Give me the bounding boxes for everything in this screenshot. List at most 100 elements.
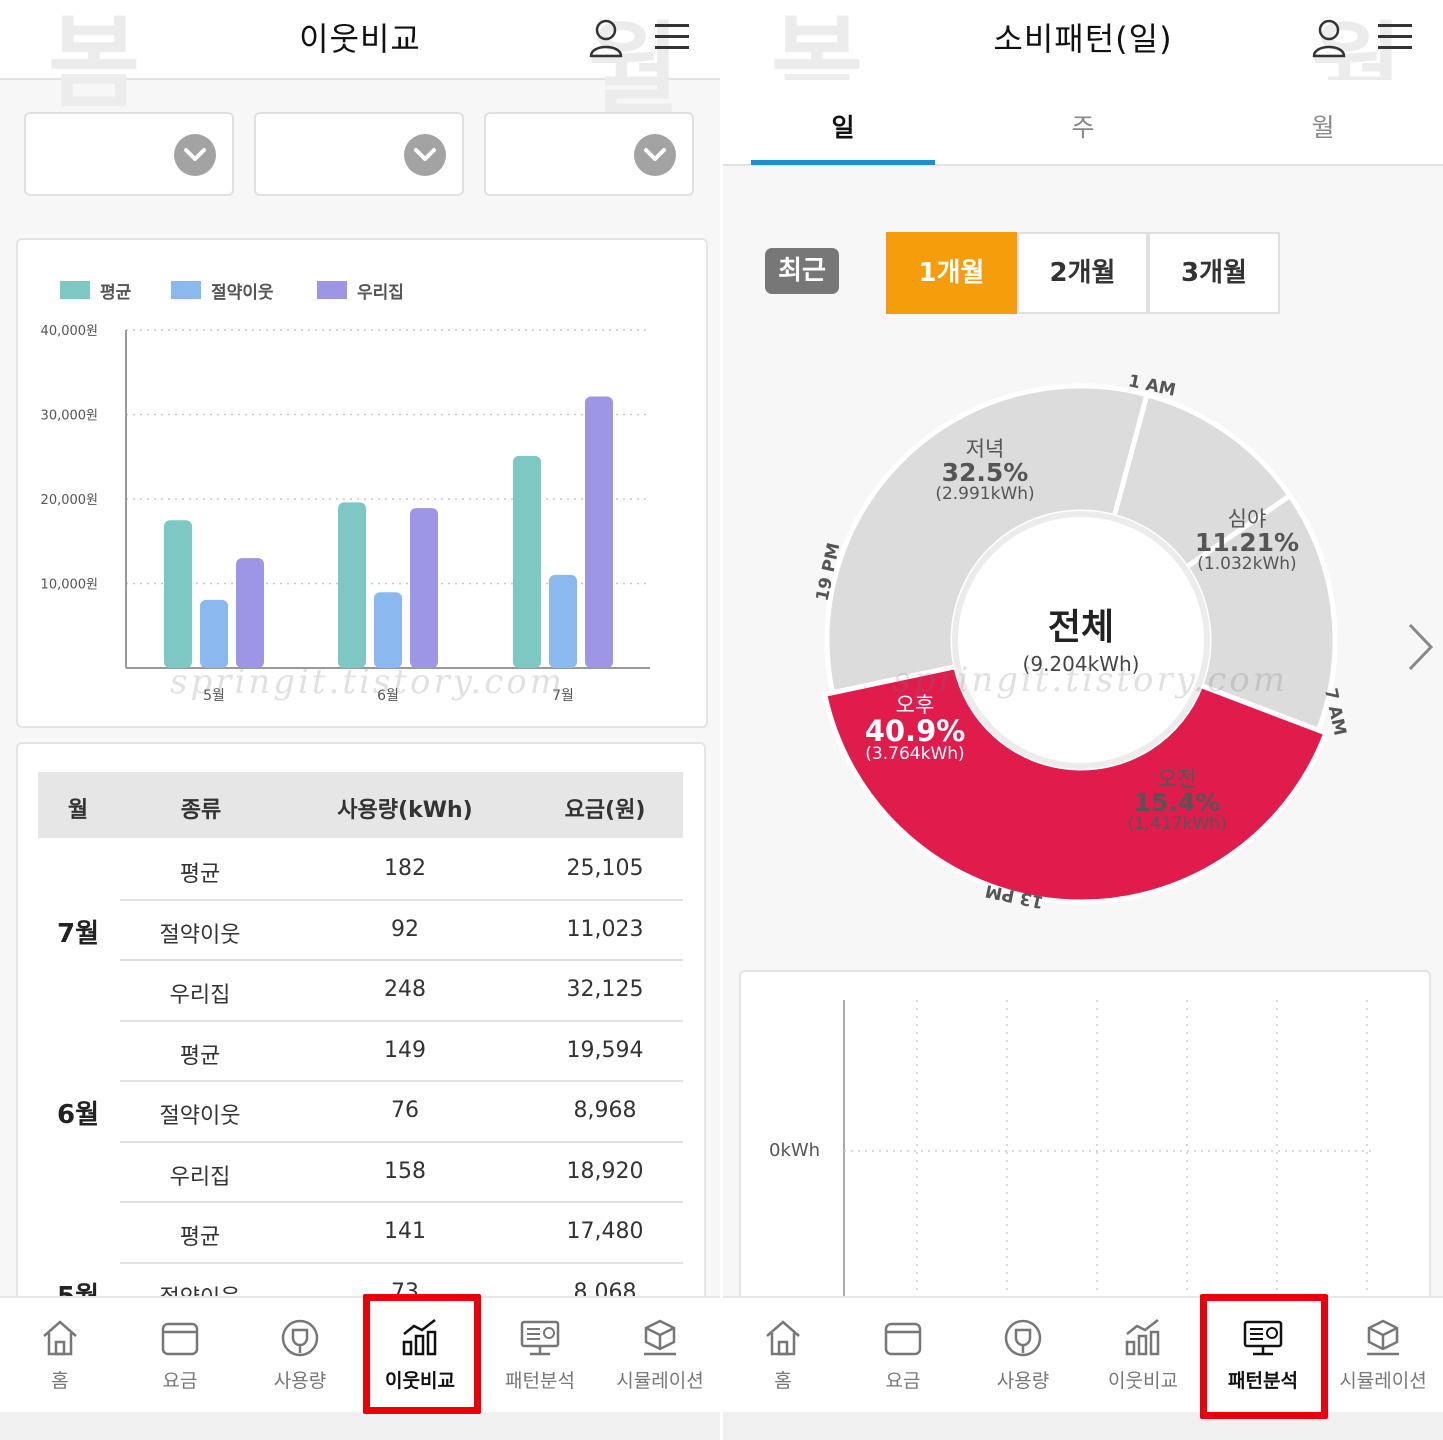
segment-percent: 40.9% [864, 714, 966, 749]
nav-label: 시뮬레이션 [616, 1370, 704, 1392]
donut-center-total: (9.204kWh) [1022, 652, 1140, 676]
tab-month[interactable]: 월 [1311, 108, 1334, 144]
nav-label: 이웃비교 [1108, 1370, 1178, 1392]
segment-kwh: (1.032kWh) [1197, 554, 1297, 575]
table-cell: 32,125 [566, 977, 644, 1002]
active-tab-indicator [751, 160, 935, 165]
dropdown-2[interactable] [254, 112, 464, 196]
nav-label: 요금 [885, 1370, 921, 1392]
table-cell: 8,968 [573, 1098, 637, 1123]
screenshot-root: 봄 월 이웃비교 평균 절약이웃 우리집 10,000원 20,000원 30,… [0, 0, 1443, 1440]
table-cell: 158 [384, 1158, 426, 1184]
wallet-icon [884, 1322, 922, 1356]
menu-icon[interactable] [655, 22, 689, 52]
cube-icon [644, 1319, 676, 1356]
monitor-analysis-icon [520, 1320, 560, 1356]
nav-label: 홈 [51, 1370, 69, 1392]
app-header: 봄 월 이웃비교 [0, 0, 720, 120]
nav-item-wallet[interactable]: 요금 [120, 1298, 240, 1414]
nav-item-home[interactable]: 홈 [0, 1298, 120, 1414]
legend-swatch [317, 281, 347, 299]
table-cell: 25,105 [566, 856, 644, 881]
bottom-nav: 홈 요금 사용량 이웃비교 패턴분석 시뮬레이션 [0, 1296, 720, 1412]
table-cell: 76 [391, 1098, 419, 1123]
nav-item-plug[interactable]: 사용량 [240, 1298, 360, 1414]
user-icon[interactable] [588, 18, 624, 58]
chevron-right-icon[interactable] [1405, 622, 1435, 672]
segment-label-latenight: 심야 11.21% (1.032kWh) [1195, 508, 1299, 574]
nav-item-home[interactable]: 홈 [723, 1298, 843, 1414]
segment-name: 저녁 [965, 437, 1005, 461]
nav-item-wallet[interactable]: 요금 [843, 1298, 963, 1414]
plug-icon [1004, 1319, 1042, 1357]
table-cell: 평균 [179, 862, 221, 887]
dropdown-3[interactable] [484, 112, 694, 196]
bar [410, 508, 438, 668]
row-divider [120, 1261, 683, 1264]
segment-percent: 15.4% [1133, 788, 1221, 818]
nav-item-cube[interactable]: 시뮬레이션 [1323, 1298, 1443, 1414]
legend-item-saver: 절약이웃 [171, 278, 274, 303]
tab-week[interactable]: 주 [1071, 108, 1094, 144]
cube-icon [1367, 1319, 1399, 1356]
period-tabs: 일 주 월 [723, 80, 1443, 166]
segment-name: 오후 [895, 693, 935, 717]
column-header-month: 월 [67, 798, 89, 823]
bar [513, 455, 541, 668]
period-3-month-button[interactable]: 3개월 [1148, 232, 1280, 314]
segment-label-afternoon: 오후 40.9% (3.764kWh) [865, 694, 966, 764]
segment-percent: 11.21% [1194, 528, 1300, 558]
nav-item-bar-chart[interactable]: 이웃비교 [1083, 1298, 1203, 1414]
menu-icon[interactable] [1378, 22, 1412, 52]
nav-label: 시뮬레이션 [1339, 1370, 1427, 1392]
period-2-month-button[interactable]: 2개월 [1017, 232, 1148, 314]
nav-label: 사용량 [996, 1370, 1050, 1392]
dropdown-1[interactable] [24, 112, 234, 196]
row-divider [120, 959, 683, 961]
row-divider [120, 1201, 683, 1203]
bar [374, 592, 402, 668]
y-tick-label: 40,000원 [41, 324, 98, 339]
segment-kwh: (1.417kWh) [1127, 814, 1227, 835]
nav-label: 홈 [774, 1370, 792, 1392]
month-label: 7월 [56, 918, 100, 949]
table-cell: 19,594 [566, 1037, 644, 1063]
y-tick-label: 10,000원 [41, 578, 98, 593]
user-icon[interactable] [1311, 18, 1347, 58]
bar-chart-icon [1125, 1319, 1160, 1356]
tab-day[interactable]: 일 [831, 108, 854, 144]
bar [549, 574, 577, 668]
table-cell: 평균 [179, 1043, 221, 1069]
nav-label: 요금 [162, 1370, 198, 1392]
chevron-down-icon [404, 134, 446, 176]
nav-item-monitor-analysis[interactable]: 패턴분석 [480, 1298, 600, 1414]
nav-item-plug[interactable]: 사용량 [963, 1298, 1083, 1414]
y-tick-label: 20,000원 [41, 493, 98, 508]
chevron-down-icon [634, 134, 676, 176]
month-label: 6월 [56, 1100, 100, 1131]
highlight-box [363, 1294, 481, 1414]
app-header: 봄 월 소비패턴(일) [723, 0, 1443, 120]
home-icon [43, 1320, 77, 1356]
x-tick-label: 6월 [377, 688, 399, 704]
row-divider [120, 1019, 683, 1022]
bar [585, 396, 613, 668]
x-tick-label: 7월 [552, 688, 574, 704]
bottom-strip [723, 1412, 1443, 1440]
period-1-month-button[interactable]: 1개월 [886, 232, 1017, 314]
row-divider [120, 1140, 683, 1143]
table-cell: 182 [384, 856, 426, 881]
segment-label-morning: 오전 15.4% (1.417kWh) [1127, 768, 1226, 834]
legend-label: 평균 [100, 282, 132, 303]
table-cell: 우리집 [169, 1164, 231, 1190]
nav-item-cube[interactable]: 시뮬레이션 [600, 1298, 720, 1414]
table-cell: 절약이웃 [159, 922, 241, 948]
y-axis-zero-label: 0kWh [769, 1140, 821, 1161]
nav-label: 패턴분석 [505, 1370, 575, 1392]
bar [200, 599, 228, 668]
table-cell: 149 [384, 1037, 426, 1063]
x-tick-label: 5월 [203, 688, 225, 704]
segment-name: 오전 [1157, 767, 1197, 791]
y-tick-label: 30,000원 [41, 409, 98, 424]
neighbor-compare-screen: 봄 월 이웃비교 평균 절약이웃 우리집 10,000원 20,000원 30,… [0, 0, 720, 1440]
